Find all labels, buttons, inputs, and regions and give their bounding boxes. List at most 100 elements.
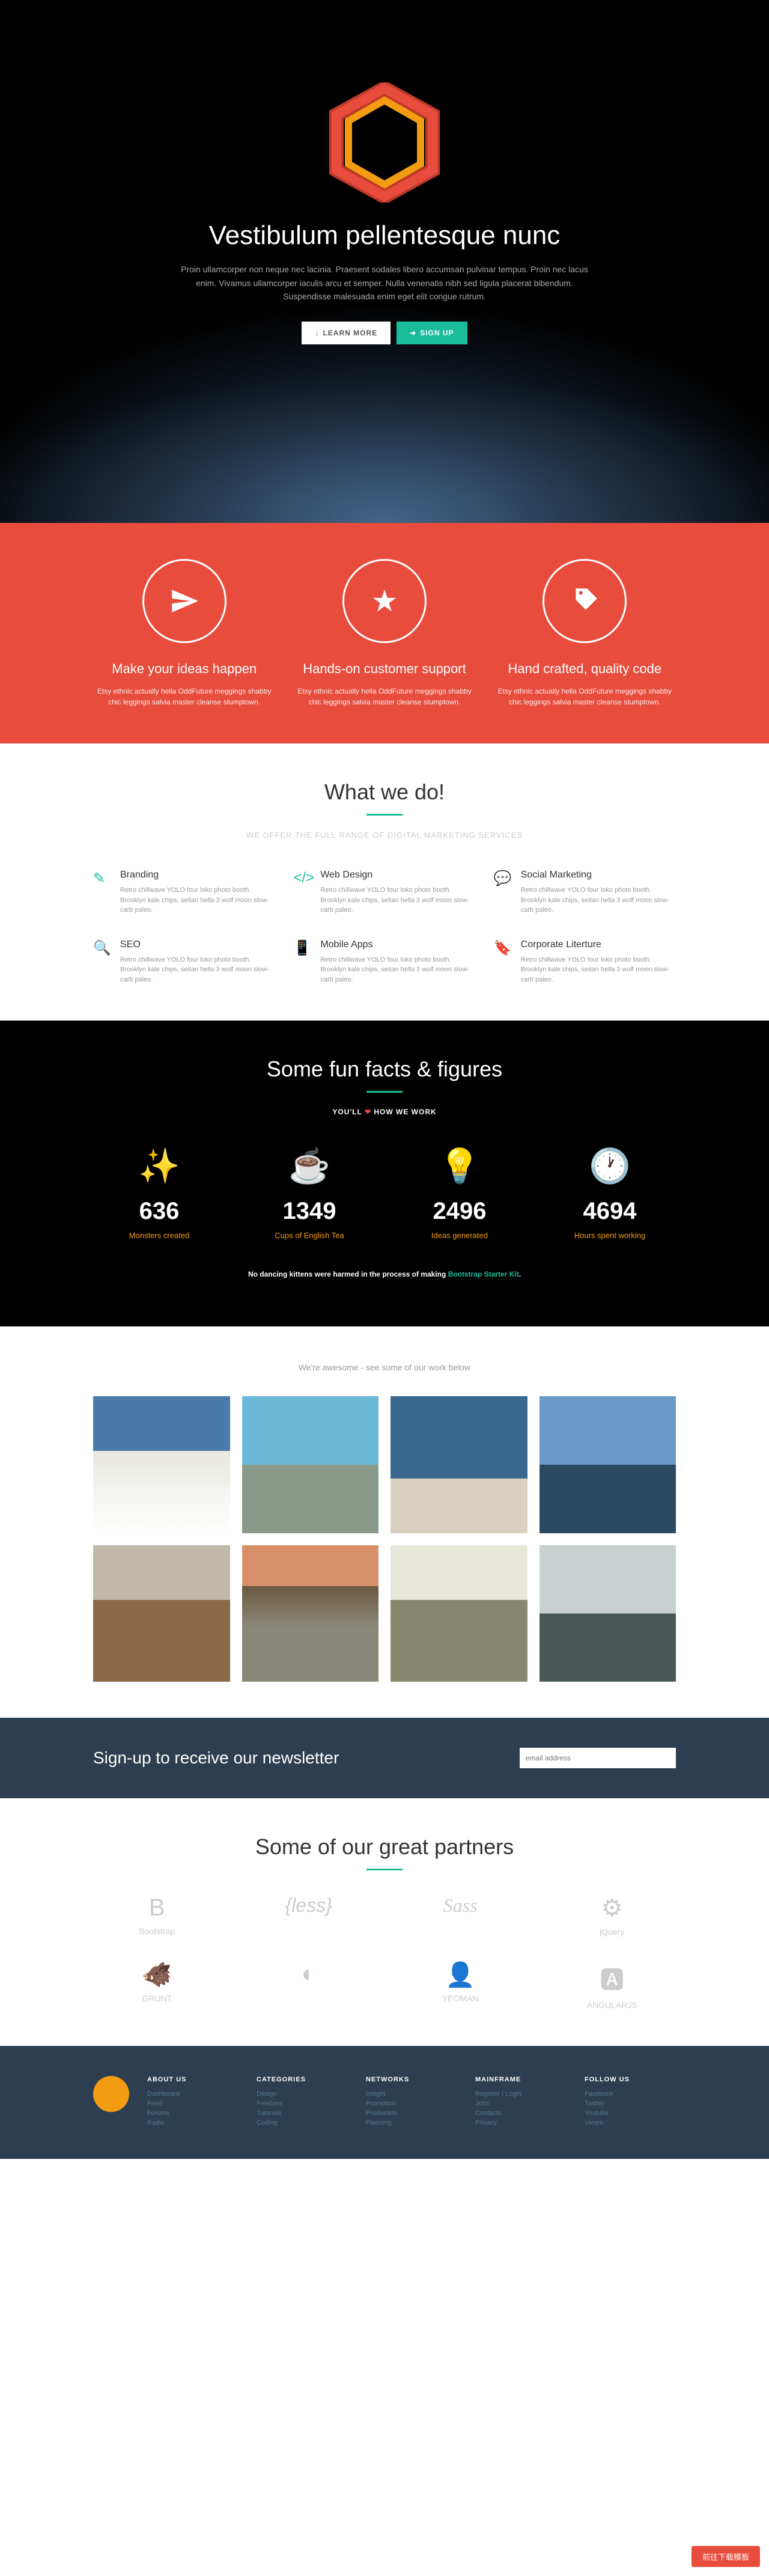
footer-link[interactable]: Coding (257, 2119, 348, 2126)
partner-item: 👤YEOMAN (397, 1961, 524, 2010)
tags-icon (543, 559, 627, 643)
footer-link[interactable]: Planning (366, 2119, 457, 2126)
facts-note: No dancing kittens were harmed in the pr… (93, 1270, 676, 1278)
portfolio-item[interactable] (93, 1545, 230, 1682)
stat-item: 💡2496Ideas generated (394, 1146, 526, 1240)
jquery-icon: ⚙ (601, 1894, 623, 1922)
angular-icon: 🅰 (600, 1961, 624, 1995)
logo (324, 82, 445, 203)
footer-heading: MAINFRAME (475, 2076, 567, 2083)
feature-item: ★ Hands-on customer support Etsy ethnic … (293, 559, 475, 707)
portfolio-item[interactable] (540, 1396, 676, 1533)
stat-label: Ideas generated (394, 1231, 526, 1240)
footer-link[interactable]: Design (257, 2090, 348, 2098)
service-title: Mobile Apps (320, 939, 475, 950)
partner-item: ◐ (245, 1961, 373, 2010)
facts-subtitle: YOU'LL ❤ HOW WE WORK (93, 1108, 676, 1116)
newsletter-section: Sign-up to receive our newsletter (0, 1718, 769, 1798)
hero-section: Vestibulum pellentesque nunc Proin ullam… (0, 0, 769, 523)
portfolio-item[interactable] (93, 1396, 230, 1533)
feature-text: Etsy ethnic actually hella OddFuture meg… (93, 686, 275, 707)
footer: ABOUT USDashboardFeedForumsRadio CATEGOR… (0, 2046, 769, 2159)
bootstrap-icon: B (149, 1894, 165, 1921)
service-text: Retro chillwave YOLO four loko photo boo… (320, 885, 475, 915)
footer-link[interactable]: Contacts (475, 2110, 567, 2117)
heart-icon: ❤ (365, 1108, 371, 1116)
footer-link[interactable]: Dashboard (147, 2090, 239, 2098)
partner-item: ⚙jQuery (549, 1894, 676, 1937)
service-item: 🔍SEORetro chillwave YOLO four loko photo… (93, 939, 275, 985)
partner-item: 🐗GRUNT (93, 1961, 221, 2010)
section-subtitle: WE OFFER THE FULL RANGE OF DIGITAL MARKE… (93, 831, 676, 840)
partner-item: 🅰ANGULARJS (549, 1961, 676, 2010)
watermark: 访问响应号社区bbs.xlenlao.com免费下载更多内容 (6, 2559, 198, 2571)
service-title: Corporate Literture (521, 939, 676, 950)
feature-item: Hand crafted, quality code Etsy ethnic a… (494, 559, 676, 707)
learn-more-button[interactable]: ↓LEARN MORE (302, 322, 391, 344)
footer-column: CATEGORIESDesignFreebiesTutorialsCoding (257, 2076, 348, 2129)
footer-link[interactable]: Freebies (257, 2100, 348, 2107)
section-title: What we do! (93, 780, 676, 805)
download-template-button[interactable]: 前往下载模板 (691, 2546, 760, 2567)
footer-link[interactable]: Twitter (585, 2100, 676, 2107)
stat-number: 4694 (544, 1198, 676, 1225)
service-title: Web Design (320, 870, 475, 881)
download-icon: ↓ (315, 329, 319, 337)
footer-link[interactable]: Privacy (475, 2119, 567, 2126)
footer-link[interactable]: Forums (147, 2110, 239, 2117)
footer-link[interactable]: Production (366, 2110, 457, 2117)
footer-link[interactable]: Feed (147, 2100, 239, 2107)
signin-icon: ➜ (410, 329, 416, 337)
magic-wand-icon: ✨ (93, 1146, 225, 1186)
clock-icon: 🕐 (544, 1146, 676, 1186)
footer-link[interactable]: Insight (366, 2090, 457, 2098)
grunt-icon: 🐗 (142, 1961, 172, 1989)
portfolio-item[interactable] (540, 1545, 676, 1682)
service-title: Branding (120, 870, 275, 881)
facts-section: Some fun facts & figures YOU'LL ❤ HOW WE… (0, 1021, 769, 1326)
hero-description: Proin ullamcorper non neque nec lacinia.… (174, 263, 595, 303)
footer-link[interactable]: Vimeo (585, 2119, 676, 2126)
chat-icon: 💬 (494, 870, 512, 915)
divider (366, 814, 403, 816)
whatwedo-section: What we do! WE OFFER THE FULL RANGE OF D… (0, 743, 769, 1021)
footer-link[interactable]: Promotion (366, 2100, 457, 2107)
footer-link[interactable]: Register / Login (475, 2090, 567, 2098)
portfolio-item[interactable] (391, 1396, 527, 1533)
footer-link[interactable]: Youtube (585, 2110, 676, 2117)
section-title: Some fun facts & figures (93, 1057, 676, 1082)
stat-number: 2496 (394, 1198, 526, 1225)
starter-kit-link[interactable]: Bootstrap Starter Kit (448, 1270, 519, 1278)
search-icon: 🔍 (93, 939, 111, 985)
service-item: 📱Mobile AppsRetro chillwave YOLO four lo… (293, 939, 475, 985)
partner-item: BBootstrap (93, 1894, 221, 1937)
service-item: 🔖Corporate LitertureRetro chillwave YOLO… (494, 939, 676, 985)
stat-item: ☕1349Cups of English Tea (243, 1146, 375, 1240)
footer-logo (93, 2076, 129, 2112)
footer-link[interactable]: Facebook (585, 2090, 676, 2098)
feature-text: Etsy ethnic actually hella OddFuture meg… (494, 686, 676, 707)
footer-link[interactable]: Jobs (475, 2100, 567, 2107)
footer-link[interactable]: Radio (147, 2119, 239, 2126)
footer-link[interactable]: Tutorials (257, 2110, 348, 2117)
feature-title: Hands-on customer support (293, 661, 475, 677)
portfolio-item[interactable] (242, 1545, 379, 1682)
stat-number: 636 (93, 1198, 225, 1225)
partner-item: Sass (397, 1894, 524, 1937)
portfolio-item[interactable] (242, 1396, 379, 1533)
service-title: Social Marketing (521, 870, 676, 881)
email-input[interactable] (520, 1748, 676, 1768)
footer-heading: ABOUT US (147, 2076, 239, 2083)
footer-column: NETWORKSInsightPromotionProductionPlanni… (366, 2076, 457, 2129)
feature-item: Make your ideas happen Etsy ethnic actua… (93, 559, 275, 707)
signup-button[interactable]: ➜SIGN UP (397, 322, 467, 344)
paper-plane-icon (142, 559, 226, 643)
divider (366, 1091, 403, 1093)
stat-label: Hours spent working (544, 1231, 676, 1240)
feature-title: Make your ideas happen (93, 661, 275, 677)
portfolio-item[interactable] (391, 1545, 527, 1682)
service-item: 💬Social MarketingRetro chillwave YOLO fo… (494, 870, 676, 915)
pencil-icon: ✎ (93, 870, 111, 915)
stat-item: 🕐 4694 Hours spent working (544, 1146, 676, 1240)
portfolio-section: We're awesome - see some of our work bel… (0, 1326, 769, 1718)
